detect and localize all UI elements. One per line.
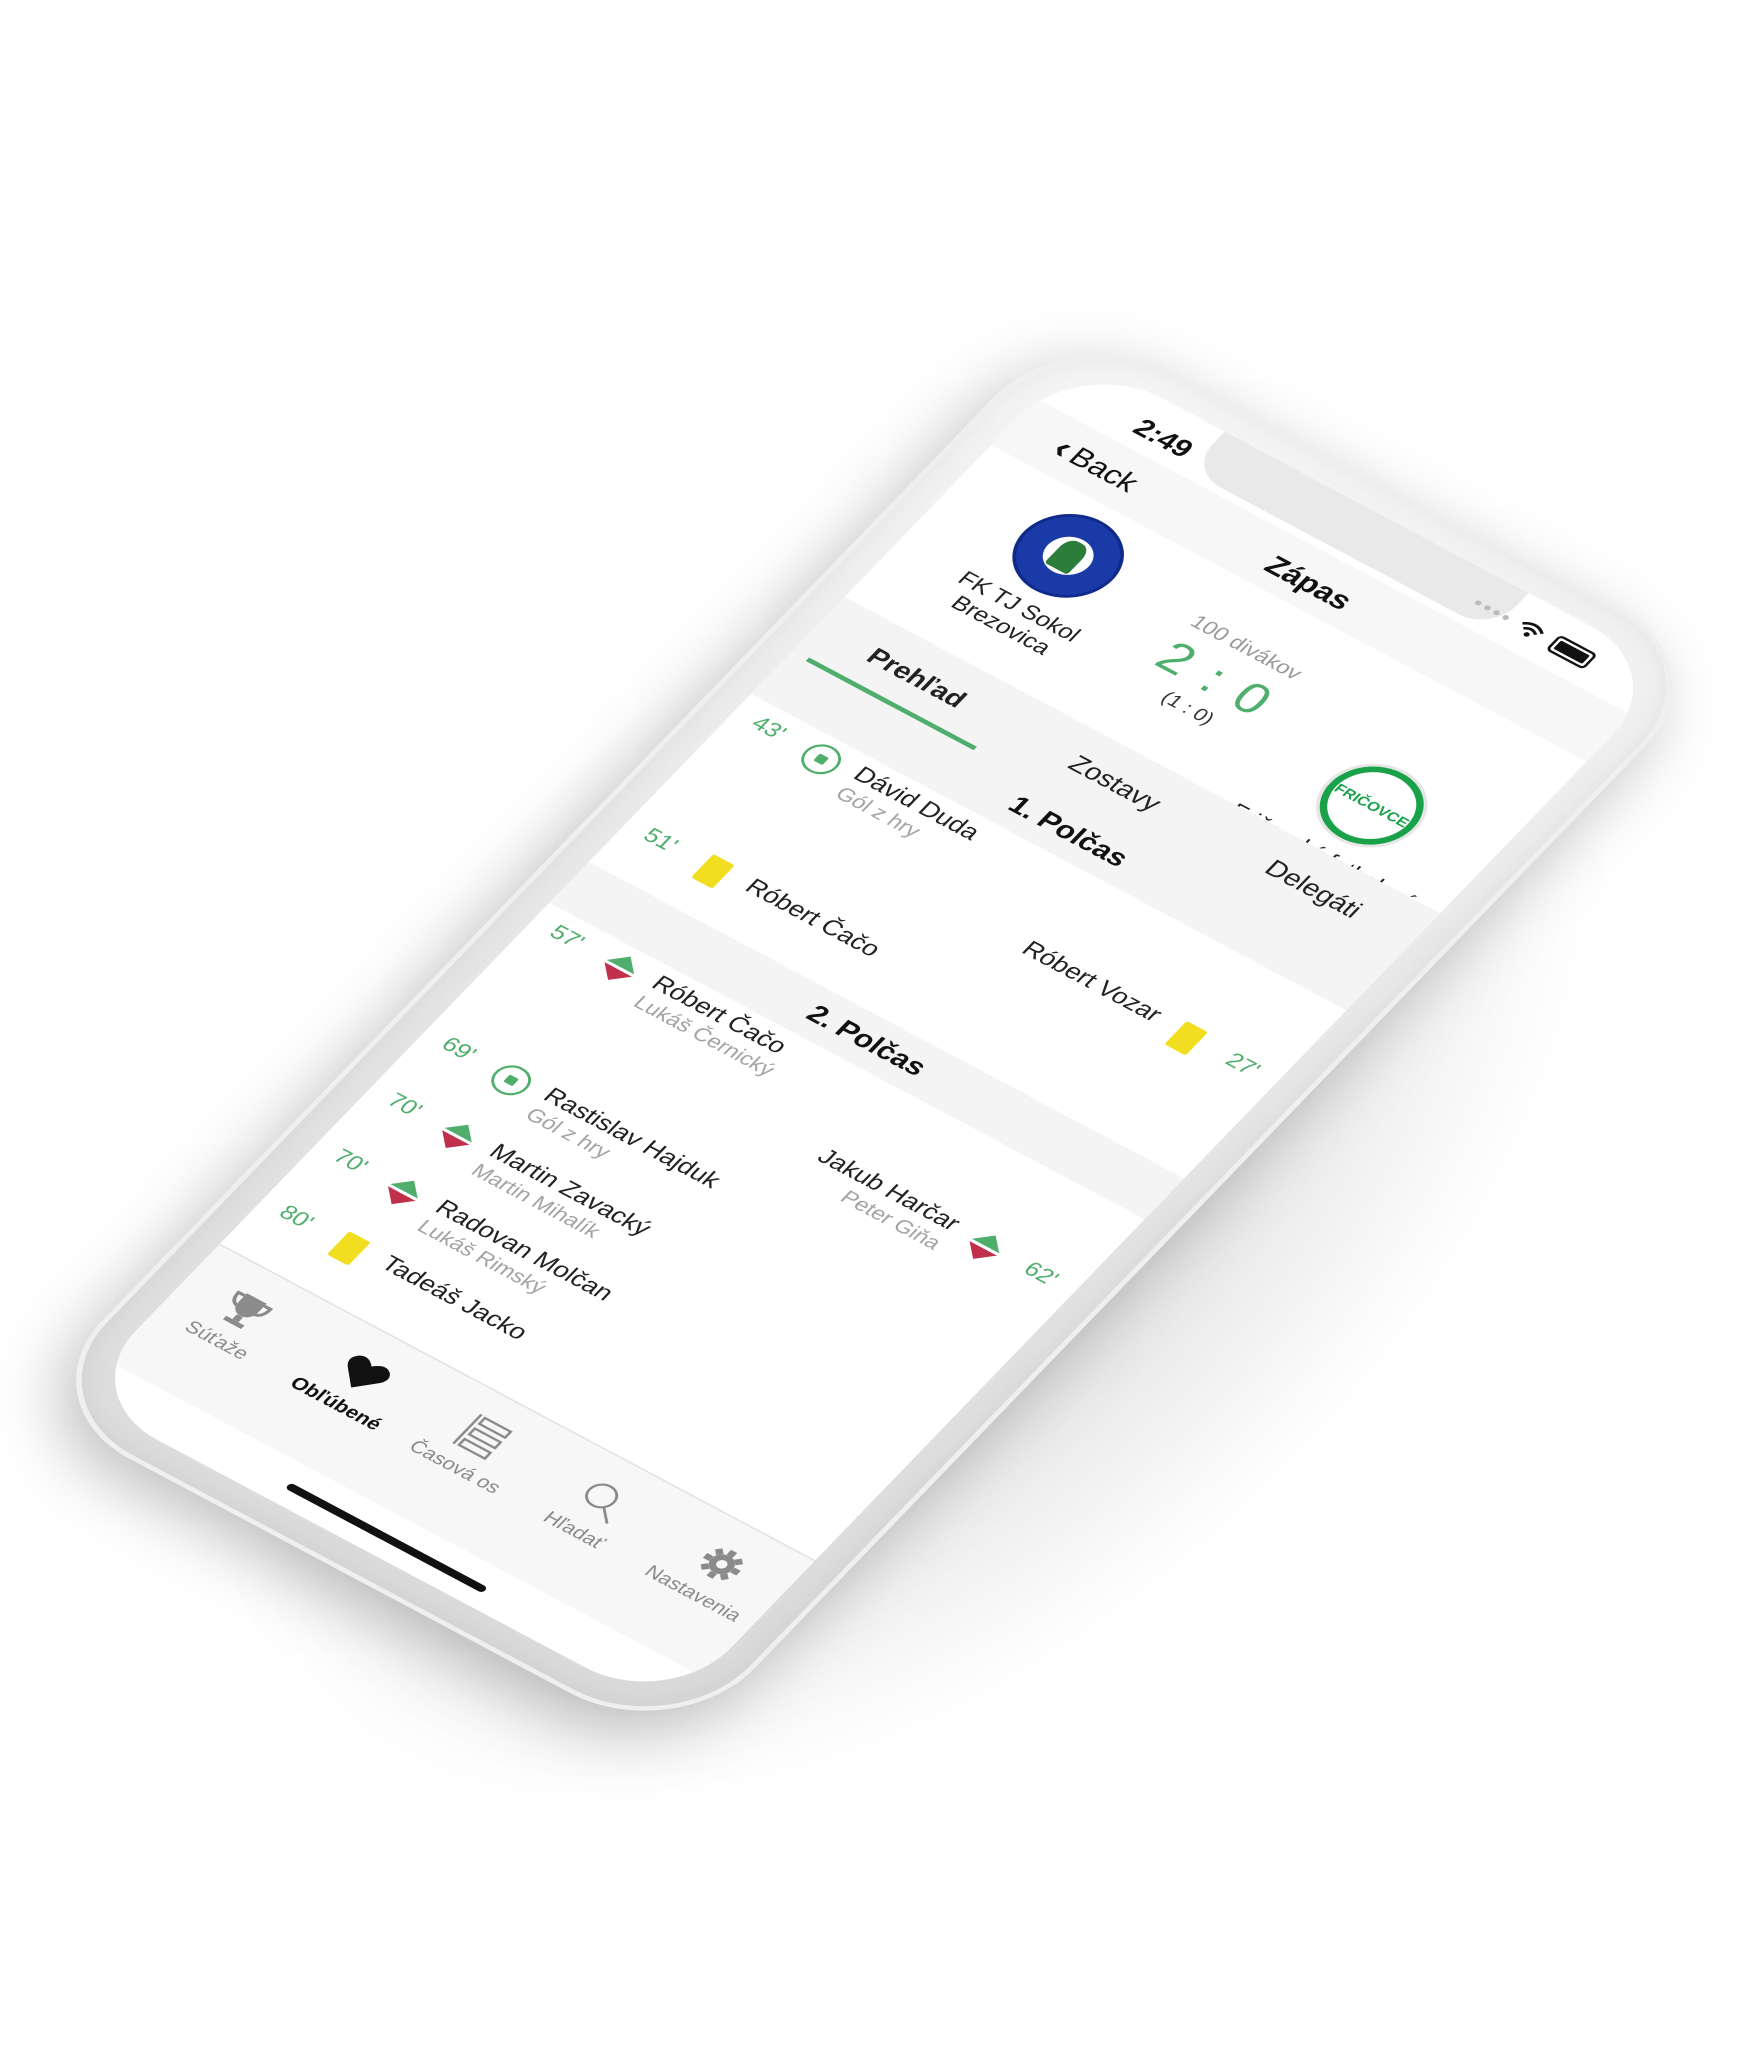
wifi-icon xyxy=(1522,622,1544,637)
event-minute: 43' xyxy=(746,711,792,745)
event-icon xyxy=(371,1169,435,1216)
yellow-card-icon xyxy=(690,854,735,889)
event-minute: 70' xyxy=(328,1144,374,1178)
event-icon xyxy=(479,1057,543,1104)
substitution-icon xyxy=(388,1180,418,1205)
event-icon xyxy=(681,848,745,895)
goal-icon xyxy=(793,738,849,781)
event-minute: 69' xyxy=(436,1032,482,1066)
substitution-icon xyxy=(604,956,635,980)
event-icon xyxy=(953,1223,1017,1270)
event-icon xyxy=(588,945,652,992)
substitution-icon xyxy=(442,1124,472,1149)
event-icon xyxy=(425,1113,489,1160)
tabbar-item-timeline[interactable]: Časová os xyxy=(394,1392,553,1503)
event-icon xyxy=(789,736,853,783)
goal-icon xyxy=(483,1059,539,1102)
yellow-card-icon xyxy=(326,1231,371,1266)
battery-icon xyxy=(1545,634,1598,670)
substitution-icon xyxy=(969,1235,1000,1259)
event-minute: 27' xyxy=(1220,1048,1266,1081)
event-icon xyxy=(317,1225,381,1272)
event-minute: 80' xyxy=(274,1200,320,1234)
event-minute: 70' xyxy=(382,1088,428,1122)
tabbar-item-search[interactable]: Hľadať xyxy=(513,1456,672,1567)
away-logo-text: FRIČOVCE xyxy=(1331,780,1413,830)
tabbar-item-heart[interactable]: Obľúbené xyxy=(275,1329,434,1440)
yellow-card-icon xyxy=(1164,1020,1209,1056)
stage: 2:49 ‹ Back Zápas FK TJ Sokol Brezovica … xyxy=(0,0,1748,2067)
event-minute: 51' xyxy=(638,823,684,857)
event-minute: 62' xyxy=(1018,1257,1064,1290)
event-icon xyxy=(1154,1015,1218,1062)
event-minute: 57' xyxy=(544,920,590,954)
